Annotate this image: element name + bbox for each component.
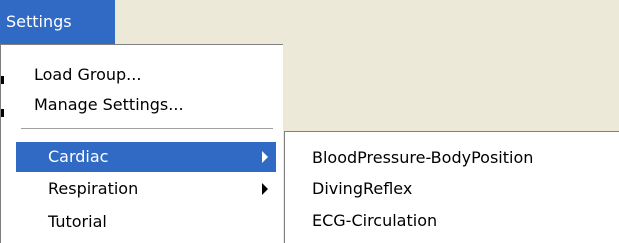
submenu-arrow-icon [262,183,268,195]
menu-item-load-group[interactable]: Load Group... [34,60,141,90]
menu-item-respiration[interactable]: Respiration [16,174,276,204]
left-edge-mark [1,76,4,84]
left-edge-mark [1,109,4,117]
submenu-arrow-icon [262,151,268,163]
menu-item-label: Cardiac [48,147,109,166]
submenu-item-ecg-circulation[interactable]: ECG-Circulation [312,206,437,236]
menu-item-cardiac[interactable]: Cardiac [16,142,276,172]
menu-bar: Settings [0,0,619,44]
menu-item-tutorial[interactable]: Tutorial [16,207,276,237]
submenu-item-divingreflex[interactable]: DivingReflex [312,174,412,204]
settings-menu[interactable]: Settings [0,0,115,44]
cardiac-submenu: BloodPressure-BodyPosition DivingReflex … [284,131,619,243]
menu-separator [21,128,273,130]
menu-item-label: Tutorial [48,212,107,231]
menu-item-label: Respiration [48,179,139,198]
settings-dropdown: Load Group... Manage Settings... Cardiac… [0,44,283,243]
submenu-item-bloodpressure[interactable]: BloodPressure-BodyPosition [312,143,533,173]
menu-item-manage-settings[interactable]: Manage Settings... [34,90,184,120]
